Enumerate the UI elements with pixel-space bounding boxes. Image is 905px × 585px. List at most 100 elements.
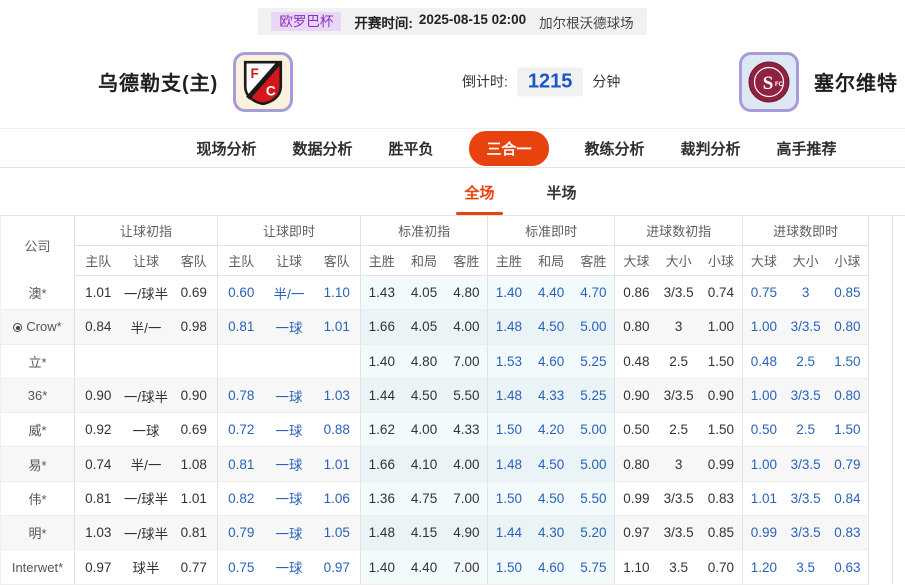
sub-column-header: 客队 — [314, 246, 361, 276]
odds-cell: 3/3.5 — [658, 378, 700, 412]
odds-cell: 0.80 — [615, 447, 658, 481]
sub-column-header: 大小 — [658, 246, 700, 276]
company-name: 澳* — [1, 276, 75, 310]
table-filler — [893, 516, 905, 550]
odds-cell: 2.5 — [785, 413, 827, 447]
group-header-4: 进球数初指 — [615, 216, 743, 246]
odds-cell: 3/3.5 — [785, 310, 827, 344]
odds-cell: 1.66 — [361, 447, 403, 481]
company-name: Crow* — [1, 310, 75, 344]
odds-cell: 3/3.5 — [658, 481, 700, 515]
odds-cell: 0.83 — [700, 481, 743, 515]
countdown-label: 倒计时: — [462, 72, 508, 92]
home-team: 乌德勒支(主) F C — [98, 52, 293, 112]
sub-header-row: 主队让球客队主队让球客队主胜和局客胜主胜和局客胜大球大小小球大球大小小球 — [1, 246, 905, 276]
countdown-unit: 分钟 — [592, 72, 620, 92]
kickoff-time: 开赛时间: 2025-08-15 02:00 — [354, 12, 526, 32]
odds-cell: 1.10 — [314, 276, 361, 310]
odds-cell: 0.78 — [218, 378, 265, 412]
odds-cell: 4.40 — [530, 276, 573, 310]
odds-cell: 0.90 — [171, 378, 218, 412]
odds-cell: 1.01 — [171, 481, 218, 515]
tab-win-draw-lose[interactable]: 胜平负 — [388, 138, 433, 159]
odds-cell: 7.00 — [446, 481, 488, 515]
tab-live-analysis[interactable]: 现场分析 — [196, 138, 256, 159]
odds-cell: 4.80 — [446, 276, 488, 310]
odds-cell: 0.63 — [827, 550, 869, 584]
odds-cell: 2.5 — [785, 344, 827, 378]
odds-cell: 一球 — [265, 481, 314, 515]
sub-column-header: 主胜 — [488, 246, 530, 276]
odds-cell: 1.01 — [75, 276, 122, 310]
svg-text:FC: FC — [775, 82, 784, 88]
odds-cell: 4.15 — [403, 516, 446, 550]
table-filler — [893, 344, 905, 378]
odds-cell: 0.82 — [218, 481, 265, 515]
odds-cell: 0.60 — [218, 276, 265, 310]
odds-cell: 4.50 — [530, 481, 573, 515]
table-filler — [869, 447, 893, 481]
odds-cell: 3.5 — [658, 550, 700, 584]
odds-cell: 0.90 — [615, 378, 658, 412]
odds-cell: 4.40 — [403, 550, 446, 584]
odds-cell: 5.25 — [573, 344, 615, 378]
target-icon — [13, 323, 22, 332]
odds-cell: 2.5 — [658, 413, 700, 447]
tab-three-in-one[interactable]: 三合一 — [469, 131, 548, 166]
odds-cell: 0.84 — [75, 310, 122, 344]
svg-text:F: F — [251, 65, 259, 80]
odds-cell: 半/一 — [122, 310, 171, 344]
table-filler — [893, 276, 905, 310]
odds-cell: 1.01 — [314, 447, 361, 481]
odds-cell: 0.81 — [171, 516, 218, 550]
odds-cell: 一/球半 — [122, 378, 171, 412]
odds-cell: 0.99 — [743, 516, 785, 550]
sub-column-header: 让球 — [122, 246, 171, 276]
subtab-half-match[interactable]: 半场 — [547, 182, 577, 215]
odds-cell: 3.5 — [785, 550, 827, 584]
match-info: 欧罗巴杯 开赛时间: 2025-08-15 02:00 加尔根沃德球场 — [258, 8, 646, 35]
period-subtabs: 全场 半场 — [0, 168, 905, 215]
match-info-bar: 欧罗巴杯 开赛时间: 2025-08-15 02:00 加尔根沃德球场 — [0, 0, 905, 35]
odds-cell: 1.20 — [743, 550, 785, 584]
odds-cell: 1.36 — [361, 481, 403, 515]
odds-cell: 1.01 — [314, 310, 361, 344]
odds-cell: 1.50 — [488, 550, 530, 584]
group-header-row: 公司让球初指让球即时标准初指标准即时进球数初指进球数即时 — [1, 216, 905, 246]
tab-data-analysis[interactable]: 数据分析 — [292, 138, 352, 159]
odds-cell: 0.79 — [827, 447, 869, 481]
tab-coach-analysis[interactable]: 教练分析 — [585, 138, 645, 159]
odds-cell: 0.99 — [700, 447, 743, 481]
odds-cell: 1.44 — [361, 378, 403, 412]
odds-cell: 0.79 — [218, 516, 265, 550]
sub-column-header: 和局 — [403, 246, 446, 276]
subtab-full-match[interactable]: 全场 — [464, 182, 494, 215]
odds-cell: 0.70 — [700, 550, 743, 584]
odds-cell: 4.30 — [530, 516, 573, 550]
odds-cell: 1.10 — [615, 550, 658, 584]
tab-expert-picks[interactable]: 高手推荐 — [777, 138, 837, 159]
odds-cell: 0.97 — [314, 550, 361, 584]
company-name: 威* — [1, 413, 75, 447]
odds-cell: 1.48 — [488, 310, 530, 344]
odds-cell: 0.97 — [615, 516, 658, 550]
odds-cell: 一/球半 — [122, 516, 171, 550]
odds-cell: 0.88 — [314, 413, 361, 447]
odds-cell: 1.62 — [361, 413, 403, 447]
odds-cell: 0.90 — [75, 378, 122, 412]
odds-cell: 4.33 — [530, 378, 573, 412]
odds-cell — [122, 344, 171, 378]
odds-cell: 4.00 — [446, 447, 488, 481]
odds-cell: 1.01 — [743, 481, 785, 515]
kickoff-label: 开赛时间: — [354, 12, 413, 32]
odds-cell: 3/3.5 — [785, 378, 827, 412]
odds-cell: 1.00 — [743, 447, 785, 481]
tab-referee-analysis[interactable]: 裁判分析 — [681, 138, 741, 159]
odds-row: 明*1.03一/球半0.810.79一球1.051.484.154.901.44… — [1, 516, 905, 550]
away-team-name: 塞尔维特 — [814, 67, 898, 96]
company-name: Interwet* — [1, 550, 75, 584]
odds-cell: 0.74 — [75, 447, 122, 481]
odds-cell: 4.20 — [530, 413, 573, 447]
odds-cell: 0.81 — [75, 481, 122, 515]
odds-cell: 4.75 — [403, 481, 446, 515]
